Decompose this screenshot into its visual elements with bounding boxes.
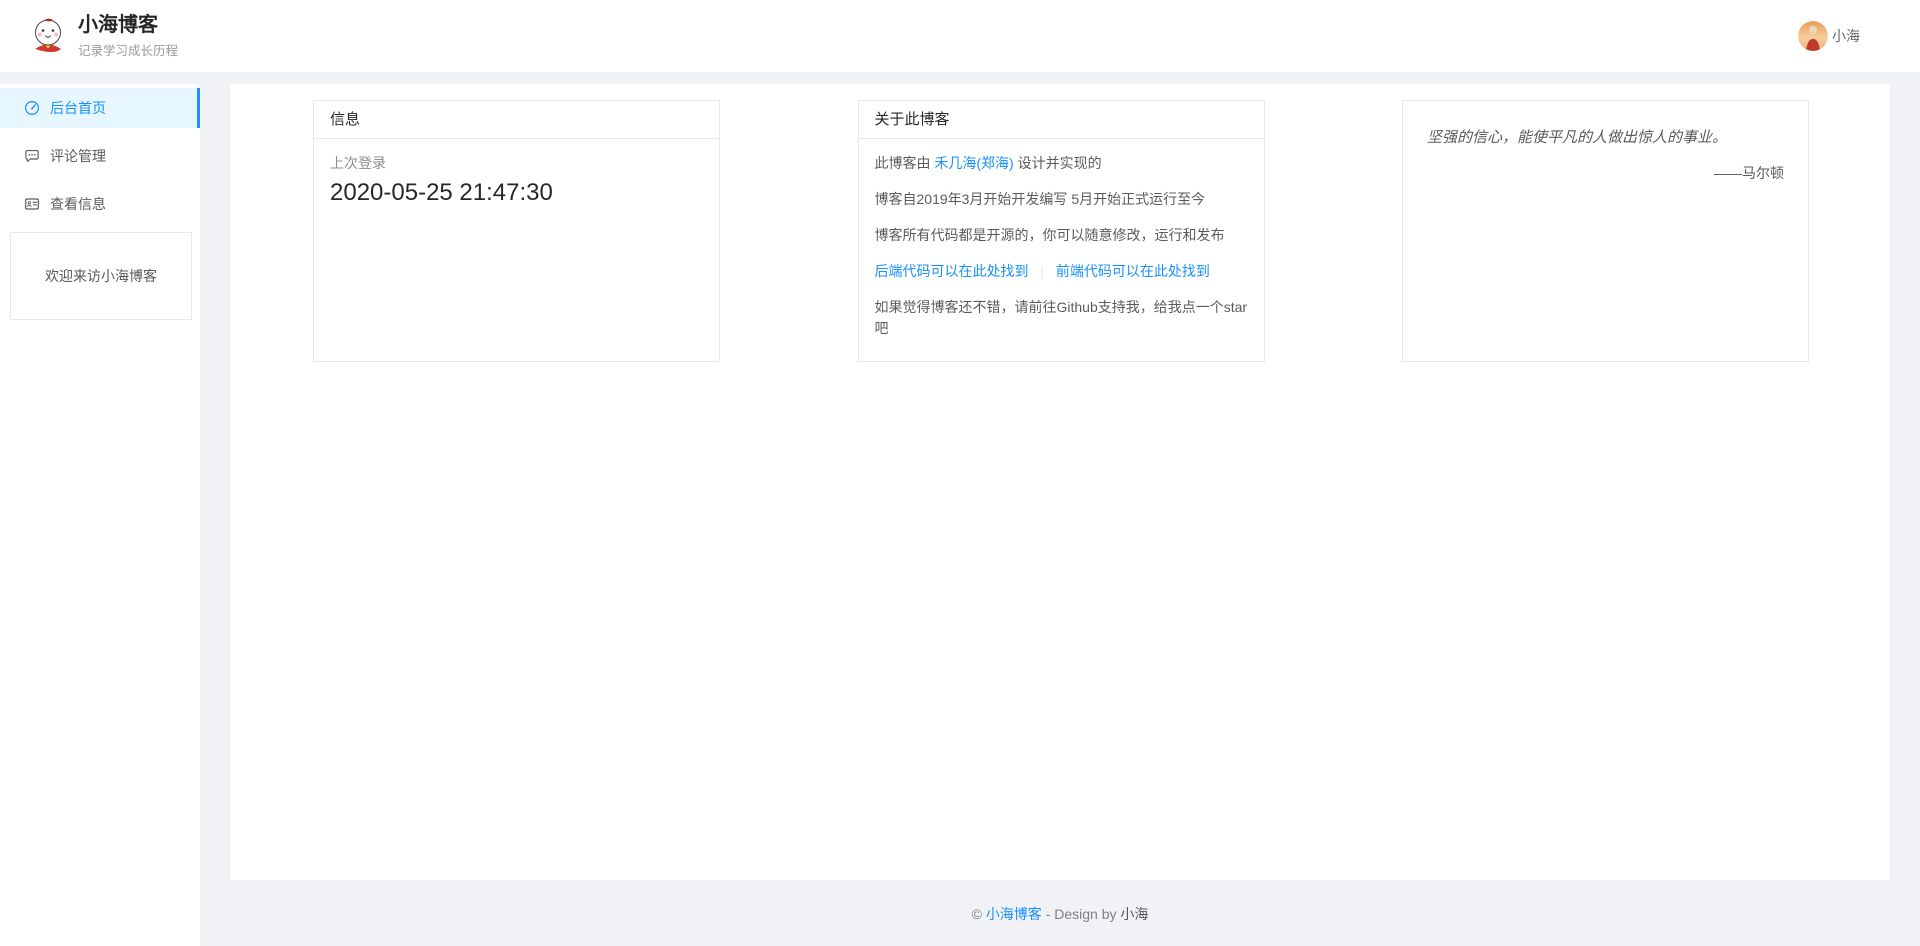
site-subtitle: 记录学习成长历程 bbox=[78, 40, 178, 59]
sidebar-item-label: 后台首页 bbox=[50, 98, 106, 118]
last-login-value: 2020-05-25 21:47:30 bbox=[330, 179, 703, 207]
about-line-history: 博客自2019年3月开始开发编写 5月开始正式运行至今 bbox=[875, 189, 1248, 210]
link-divider: | bbox=[1040, 263, 1044, 279]
info-card: 信息 上次登录 2020-05-25 21:47:30 bbox=[313, 100, 720, 362]
about-card-title: 关于此博客 bbox=[859, 101, 1264, 139]
info-card-body: 上次登录 2020-05-25 21:47:30 bbox=[314, 139, 719, 221]
idcard-icon bbox=[24, 196, 40, 212]
main-content: 信息 上次登录 2020-05-25 21:47:30 关于此博客 此博客由 禾… bbox=[230, 84, 1890, 880]
info-card-title: 信息 bbox=[314, 101, 719, 139]
frontend-code-link[interactable]: 前端代码可以在此处找到 bbox=[1056, 263, 1210, 279]
quote-text: 坚强的信心，能使平凡的人做出惊人的事业。 bbox=[1427, 127, 1784, 149]
sidebar-item-dashboard[interactable]: 后台首页 bbox=[0, 88, 200, 128]
about-line1-suffix: 设计并实现的 bbox=[1018, 155, 1102, 171]
footer-middle-text: - Design by bbox=[1046, 906, 1117, 922]
sidebar-item-comments[interactable]: 评论管理 bbox=[0, 136, 200, 176]
footer-designer-name: 小海 bbox=[1120, 906, 1148, 922]
about-line-author: 此博客由 禾几海(郑海) 设计并实现的 bbox=[875, 153, 1248, 174]
site-logo[interactable]: 小海博客 记录学习成长历程 bbox=[28, 13, 178, 59]
sidebar-item-label: 查看信息 bbox=[50, 194, 106, 214]
brand-text: 小海博客 记录学习成长历程 bbox=[78, 13, 178, 59]
site-title: 小海博客 bbox=[78, 13, 178, 37]
about-line-opensource: 博客所有代码都是开源的，你可以随意修改，运行和发布 bbox=[875, 225, 1248, 246]
quote-card: 坚强的信心，能使平凡的人做出惊人的事业。 ——马尔顿 bbox=[1402, 100, 1809, 362]
user-name: 小海 bbox=[1832, 26, 1860, 46]
about-card-body: 此博客由 禾几海(郑海) 设计并实现的 博客自2019年3月开始开发编写 5月开… bbox=[859, 139, 1264, 368]
about-card: 关于此博客 此博客由 禾几海(郑海) 设计并实现的 博客自2019年3月开始开发… bbox=[858, 100, 1265, 362]
sidebar-item-label: 评论管理 bbox=[50, 146, 106, 166]
user-menu[interactable]: 小海 bbox=[1798, 21, 1860, 51]
blog-logo-icon bbox=[28, 16, 68, 56]
copyright-symbol: © bbox=[972, 906, 982, 922]
sidebar: 后台首页 评论管理 查看信息 欢迎来访小海博客 bbox=[0, 84, 200, 946]
top-header: 小海博客 记录学习成长历程 bbox=[0, 0, 1920, 72]
welcome-box: 欢迎来访小海博客 bbox=[10, 232, 192, 320]
backend-code-link[interactable]: 后端代码可以在此处找到 bbox=[875, 263, 1029, 279]
user-avatar bbox=[1798, 21, 1828, 51]
page-footer: © 小海博客 - Design by 小海 bbox=[230, 880, 1890, 946]
sidebar-item-view-info[interactable]: 查看信息 bbox=[0, 184, 200, 224]
about-line1-prefix: 此博客由 bbox=[875, 155, 931, 171]
dashboard-icon bbox=[24, 100, 40, 116]
about-line-code-links: 后端代码可以在此处找到 | 前端代码可以在此处找到 bbox=[875, 261, 1248, 282]
footer-site-link[interactable]: 小海博客 bbox=[986, 906, 1042, 922]
welcome-text: 欢迎来访小海博客 bbox=[45, 266, 157, 286]
comment-icon bbox=[24, 148, 40, 164]
last-login-label: 上次登录 bbox=[330, 153, 703, 173]
quote-author: ——马尔顿 bbox=[1427, 163, 1784, 183]
about-line-github: 如果觉得博客还不错，请前往Github支持我，给我点一个star吧 bbox=[875, 297, 1248, 339]
author-link[interactable]: 禾几海(郑海) bbox=[934, 155, 1013, 171]
